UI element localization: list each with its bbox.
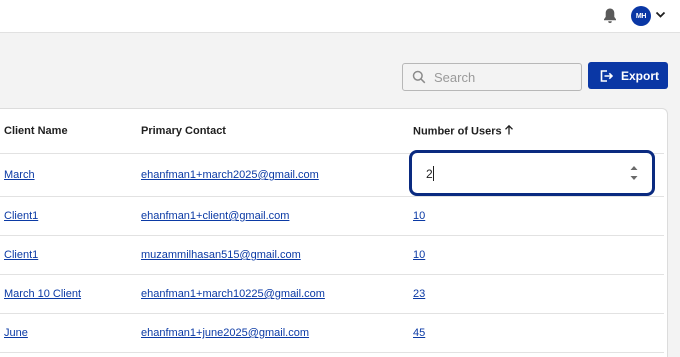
bell-icon[interactable] xyxy=(602,7,618,25)
avatar[interactable]: MH xyxy=(631,6,651,26)
column-header-number-of-users-label: Number of Users xyxy=(413,125,502,138)
number-of-users-link[interactable]: 45 xyxy=(413,327,425,339)
table-header-row: Client Name Primary Contact Number of Us… xyxy=(0,109,664,154)
table-row: Client1 muzammilhasan515@gmail.com 10 xyxy=(0,236,664,275)
number-of-users-link[interactable]: 10 xyxy=(413,210,425,222)
table-row: June ehanfman1+june2025@gmail.com 45 xyxy=(0,314,664,353)
column-header-number-of-users[interactable]: Number of Users xyxy=(413,124,514,138)
primary-contact-link[interactable]: ehanfman1+june2025@gmail.com xyxy=(141,327,309,339)
export-button-label: Export xyxy=(621,68,660,83)
primary-contact-link[interactable]: ehanfman1+client@gmail.com xyxy=(141,210,289,222)
text-caret xyxy=(433,166,434,181)
export-button[interactable]: Export xyxy=(588,62,668,89)
number-of-users-input[interactable]: 2 xyxy=(409,150,655,196)
client-name-link[interactable]: March 10 Client xyxy=(4,288,81,300)
search-input[interactable] xyxy=(434,69,574,85)
primary-contact-link[interactable]: muzammilhasan515@gmail.com xyxy=(141,249,301,261)
number-spinner-icon[interactable] xyxy=(630,164,638,182)
client-name-link[interactable]: Client1 xyxy=(4,249,38,261)
number-of-users-link[interactable]: 10 xyxy=(413,249,425,261)
client-name-link[interactable]: June xyxy=(4,327,28,339)
column-header-client-name[interactable]: Client Name xyxy=(4,125,68,137)
primary-contact-link[interactable]: ehanfman1+march2025@gmail.com xyxy=(141,169,319,181)
number-of-users-input-value: 2 xyxy=(426,167,433,181)
column-header-primary-contact[interactable]: Primary Contact xyxy=(141,125,226,137)
chevron-down-icon[interactable] xyxy=(655,11,666,19)
client-name-link[interactable]: March xyxy=(4,169,35,181)
primary-contact-link[interactable]: ehanfman1+march10225@gmail.com xyxy=(141,288,325,300)
client-name-link[interactable]: Client1 xyxy=(4,210,38,222)
number-of-users-link[interactable]: 23 xyxy=(413,288,425,300)
sort-ascending-icon[interactable] xyxy=(504,124,514,136)
top-bar: MH xyxy=(0,0,680,33)
search-icon xyxy=(412,70,426,84)
table-row: March 10 Client ehanfman1+march10225@gma… xyxy=(0,275,664,314)
clients-table: Client Name Primary Contact Number of Us… xyxy=(0,108,668,357)
export-icon xyxy=(600,69,613,82)
search-field[interactable] xyxy=(402,63,582,91)
table-row: Client1 ehanfman1+client@gmail.com 10 xyxy=(0,197,664,236)
